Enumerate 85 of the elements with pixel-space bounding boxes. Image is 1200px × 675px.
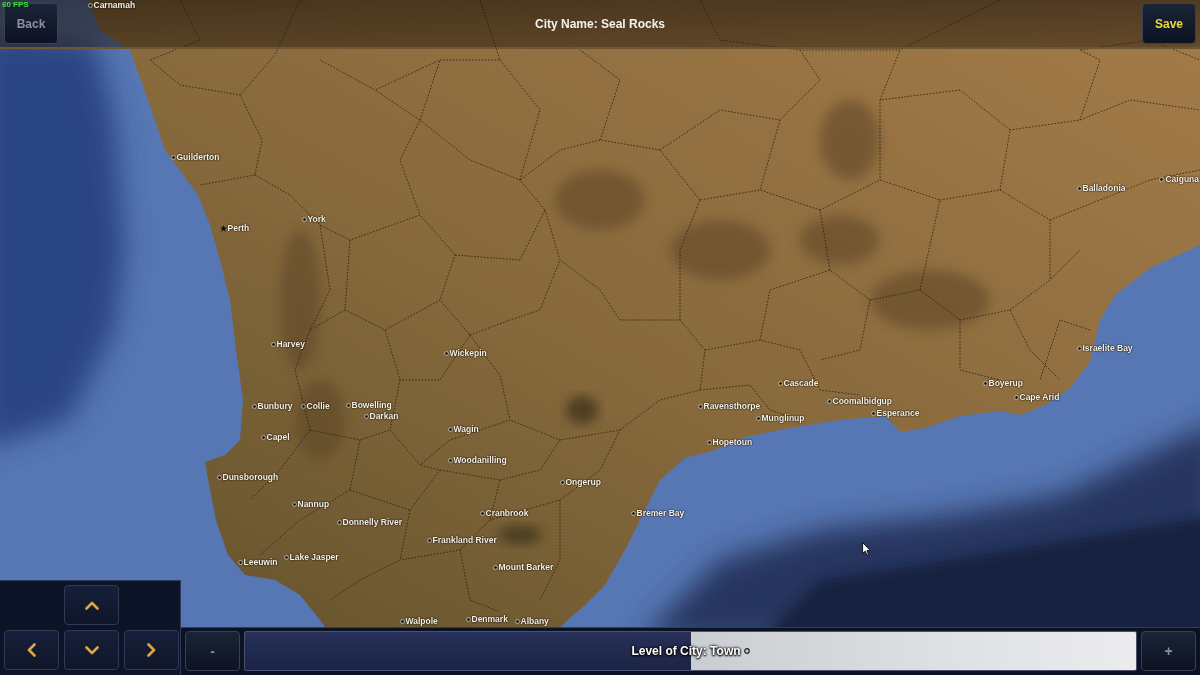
fps-counter: 60 FPS <box>2 0 29 9</box>
city-dot-icon <box>443 350 449 356</box>
city-label: Frankland River <box>432 535 497 545</box>
city-dot-icon <box>697 403 703 409</box>
city-dot-icon <box>170 154 176 160</box>
city-dot-icon <box>1013 394 1019 400</box>
city-label: Leeuwin <box>243 557 278 567</box>
city-label: Albany <box>520 616 549 626</box>
city-dot-icon <box>363 413 369 419</box>
city-dot-icon <box>755 415 761 421</box>
city-label: Coomalbidgup <box>832 396 892 406</box>
city-dot-icon <box>291 501 297 507</box>
city-dot-icon <box>336 519 342 525</box>
city-dot-icon <box>283 554 289 560</box>
city-label: Guilderton <box>176 152 220 162</box>
city-dot-icon <box>237 559 243 565</box>
down-arrow-button[interactable] <box>64 630 119 670</box>
city-dot-icon <box>399 618 405 624</box>
city-name-title: City Name: Seal Rocks <box>534 15 666 33</box>
city-label: Harvey <box>276 339 305 349</box>
city-dot-icon <box>706 439 712 445</box>
city-label: Carnamah <box>93 0 136 10</box>
city-dot-icon <box>982 380 988 386</box>
city-label: Mount Barker <box>498 562 554 572</box>
city-label: Dunsborough <box>222 472 279 482</box>
city-dot-icon <box>826 398 832 404</box>
city-label: Collie <box>306 401 330 411</box>
city-label: Cape Arid <box>1019 392 1060 402</box>
mouse-pointer-icon <box>862 542 871 556</box>
city-dot-icon <box>426 537 432 543</box>
city-dot-icon <box>345 402 351 408</box>
city-label: Bowelling <box>351 400 392 410</box>
star-icon <box>219 224 227 232</box>
chevron-left-icon <box>27 643 36 657</box>
city-label: Wagin <box>453 424 479 434</box>
city-dot-icon <box>777 380 783 386</box>
city-label: Ravensthorpe <box>703 401 761 411</box>
city-label: Wickepin <box>449 348 487 358</box>
chevron-down-icon <box>84 645 99 655</box>
city-label: Walpole <box>405 616 438 626</box>
save-button[interactable]: Save <box>1142 3 1196 44</box>
city-label: Denmark <box>471 614 508 624</box>
city-dot-icon <box>270 341 276 347</box>
chevron-up-icon <box>84 600 99 610</box>
city-dot-icon <box>87 2 93 8</box>
city-label: Cranbrook <box>485 508 529 518</box>
city-dot-icon <box>447 457 453 463</box>
city-dot-icon <box>1076 185 1082 191</box>
city-label: Donnelly River <box>342 517 403 527</box>
city-dot-icon <box>479 510 485 516</box>
city-dot-icon <box>514 618 520 624</box>
city-dot-icon <box>1076 345 1082 351</box>
city-label: Balladonia <box>1082 183 1126 193</box>
ring-icon <box>743 648 750 654</box>
city-dot-icon <box>447 426 453 432</box>
up-arrow-button[interactable] <box>64 585 119 625</box>
right-arrow-button[interactable] <box>124 630 179 670</box>
city-dot-icon <box>630 510 636 516</box>
city-label: Esperance <box>876 408 920 418</box>
city-dot-icon <box>216 474 222 480</box>
city-dot-icon <box>301 216 307 222</box>
chevron-right-icon <box>147 643 156 657</box>
city-label: Woodanilling <box>453 455 507 465</box>
city-label: Cascade <box>783 378 819 388</box>
city-label: Nannup <box>297 499 330 509</box>
city-label: Lake Jasper <box>289 552 339 562</box>
city-label: Ongerup <box>565 477 601 487</box>
city-label: Bunbury <box>257 401 293 411</box>
city-label: Capel <box>266 432 290 442</box>
city-label: Caiguna <box>1165 174 1199 184</box>
city-label: Hopetoun <box>712 437 753 447</box>
city-label: Munglinup <box>761 413 805 423</box>
city-dot-icon <box>492 564 498 570</box>
city-dot-icon <box>300 403 306 409</box>
left-arrow-button[interactable] <box>4 630 59 670</box>
city-dot-icon <box>870 410 876 416</box>
city-label: York <box>307 214 326 224</box>
city-label: Perth <box>227 223 250 233</box>
city-dot-icon <box>1159 176 1165 182</box>
city-label: Darkan <box>369 411 399 421</box>
city-dot-icon <box>465 616 471 622</box>
city-dot-icon <box>251 403 257 409</box>
city-dot-icon <box>559 479 565 485</box>
city-dot-icon <box>260 434 266 440</box>
city-label: Boyerup <box>988 378 1023 388</box>
